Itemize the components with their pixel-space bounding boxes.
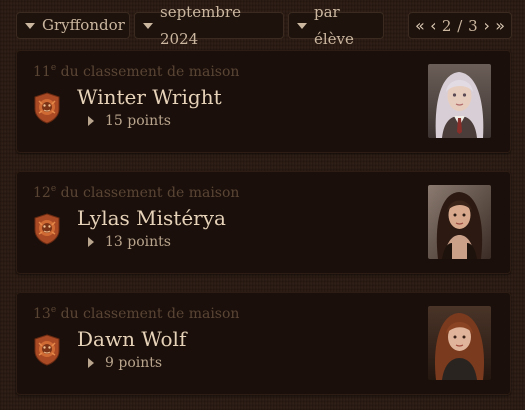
ranking-mode-select[interactable]: par élève xyxy=(288,3,384,48)
caret-down-icon xyxy=(297,23,307,29)
points-toggle[interactable]: 9 points xyxy=(88,355,162,371)
chevron-right-icon[interactable]: › xyxy=(483,17,489,34)
month-select[interactable]: septembre 2024 xyxy=(134,3,284,48)
page-indicator: 2 / 3 xyxy=(442,17,478,35)
caret-down-icon xyxy=(25,23,35,29)
student-avatar[interactable] xyxy=(428,185,491,259)
month-select-label: septembre 2024 xyxy=(160,2,241,48)
rank-text: du classement de maison xyxy=(60,306,240,322)
double-chevron-right-icon[interactable]: » xyxy=(495,17,505,34)
student-card: 11e du classement de maison Winter Wrigh… xyxy=(16,50,511,153)
points-value: 15 points xyxy=(105,113,171,129)
rank-text: du classement de maison xyxy=(60,64,240,80)
rank-number: 13 xyxy=(33,306,51,322)
points-value: 9 points xyxy=(105,355,163,371)
gryffindor-lion-crest-icon xyxy=(32,213,62,245)
student-name[interactable]: Winter Wright xyxy=(77,85,222,109)
student-avatar[interactable] xyxy=(428,306,491,380)
student-card: 13e du classement de maison Dawn Wolf 9 … xyxy=(16,292,511,395)
gryffindor-lion-crest-icon xyxy=(32,92,62,124)
rank-number: 12 xyxy=(33,185,51,201)
double-chevron-left-icon[interactable]: « xyxy=(415,17,425,34)
gryffindor-lion-crest-icon xyxy=(32,334,62,366)
total-pages: 3 xyxy=(468,16,479,35)
house-rank: 12e du classement de maison xyxy=(33,184,240,201)
points-value: 13 points xyxy=(105,234,171,250)
caret-down-icon xyxy=(143,23,153,29)
rank-suffix: e xyxy=(50,305,57,315)
student-avatar[interactable] xyxy=(428,64,491,138)
caret-right-icon xyxy=(88,358,94,368)
chevron-left-icon[interactable]: ‹ xyxy=(430,17,436,34)
student-name[interactable]: Dawn Wolf xyxy=(77,327,186,351)
points-toggle[interactable]: 15 points xyxy=(88,113,171,129)
student-name[interactable]: Lylas Mistérya xyxy=(77,206,226,230)
house-rank: 11e du classement de maison xyxy=(33,63,240,80)
filter-toolbar: Gryffondor septembre 2024 par élève « ‹ … xyxy=(0,0,525,50)
rank-suffix: e xyxy=(50,63,57,73)
ranking-mode-label: par élève xyxy=(314,2,354,48)
rank-text: du classement de maison xyxy=(60,185,240,201)
rank-number: 11 xyxy=(33,64,51,80)
caret-right-icon xyxy=(88,116,94,126)
house-rank: 13e du classement de maison xyxy=(33,305,240,322)
rank-suffix: e xyxy=(50,184,57,194)
current-page: 2 xyxy=(441,16,452,35)
caret-right-icon xyxy=(88,237,94,247)
house-select[interactable]: Gryffondor xyxy=(16,12,130,39)
pagination: « ‹ 2 / 3 › » xyxy=(408,12,512,39)
house-select-label: Gryffondor xyxy=(42,16,125,34)
page-separator: / xyxy=(457,16,463,35)
points-toggle[interactable]: 13 points xyxy=(88,234,171,250)
student-card: 12e du classement de maison Lylas Mistér… xyxy=(16,171,511,274)
